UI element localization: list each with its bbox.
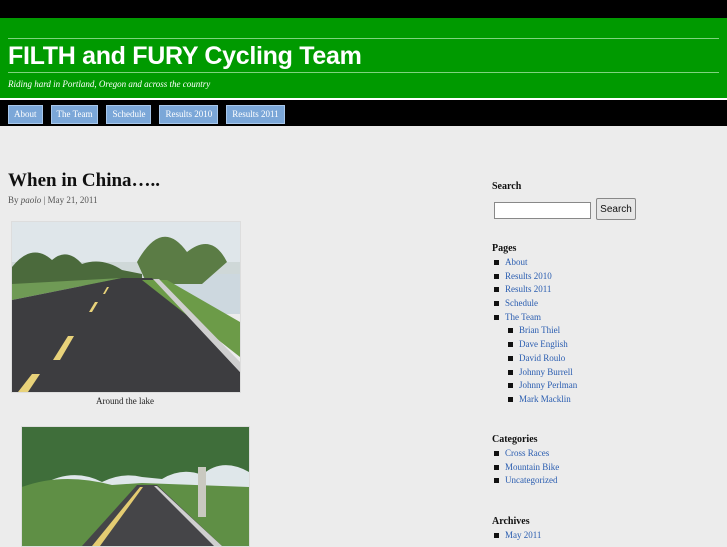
page-link-schedule[interactable]: Schedule — [494, 297, 577, 311]
photo-caption: Around the lake — [96, 396, 154, 406]
pages-list: About Results 2010 Results 2011 Schedule… — [494, 256, 577, 407]
header-rule-bottom — [8, 72, 719, 73]
team-member-link[interactable]: Johnny Perlman — [508, 379, 577, 393]
team-member-link[interactable]: David Roulo — [508, 352, 577, 366]
page-link-the-team[interactable]: The Team — [494, 311, 577, 325]
nav-results-2011[interactable]: Results 2011 — [226, 105, 285, 124]
search-button[interactable]: Search — [596, 198, 636, 220]
team-member-link[interactable]: Brian Thiel — [508, 324, 577, 338]
search-heading: Search — [492, 181, 522, 192]
categories-list: Cross Races Mountain Bike Uncategorized — [494, 447, 559, 488]
category-link[interactable]: Mountain Bike — [494, 461, 559, 475]
team-member-link[interactable]: Johnny Burrell — [508, 366, 577, 380]
team-member-link[interactable]: Mark Macklin — [508, 393, 577, 407]
page-link-results-2011[interactable]: Results 2011 — [494, 283, 577, 297]
main-nav: About The Team Schedule Results 2010 Res… — [8, 105, 285, 124]
category-link[interactable]: Uncategorized — [494, 474, 559, 488]
archive-link[interactable]: May 2011 — [494, 529, 541, 543]
site-header: FILTH and FURY Cycling Team Riding hard … — [0, 18, 727, 98]
team-member-link[interactable]: Dave English — [508, 338, 577, 352]
page-link-about[interactable]: About — [494, 256, 577, 270]
post-date: May 21, 2011 — [47, 195, 98, 205]
byline-prefix: By — [8, 195, 19, 205]
header-rule-top — [8, 38, 719, 39]
post-byline: By paolo | May 21, 2011 — [8, 195, 98, 205]
lake-road-photo[interactable] — [11, 221, 241, 393]
archives-list: May 2011 — [494, 529, 541, 543]
tree-lined-road-photo[interactable] — [21, 426, 250, 547]
category-link[interactable]: Cross Races — [494, 447, 559, 461]
categories-heading: Categories — [492, 434, 538, 445]
nav-bar: About The Team Schedule Results 2010 Res… — [0, 98, 727, 126]
nav-results-2010[interactable]: Results 2010 — [159, 105, 219, 124]
site-title[interactable]: FILTH and FURY Cycling Team — [8, 40, 362, 72]
page-link-results-2010[interactable]: Results 2010 — [494, 270, 577, 284]
search-input[interactable] — [494, 202, 591, 219]
nav-about[interactable]: About — [8, 105, 43, 124]
nav-schedule[interactable]: Schedule — [106, 105, 152, 124]
site-tagline: Riding hard in Portland, Oregon and acro… — [8, 79, 211, 89]
nav-the-team[interactable]: The Team — [50, 105, 99, 124]
post-title[interactable]: When in China….. — [8, 170, 160, 192]
pages-heading: Pages — [492, 243, 517, 254]
archives-heading: Archives — [492, 516, 530, 527]
top-bar — [0, 0, 727, 18]
post-author[interactable]: paolo — [21, 195, 42, 205]
